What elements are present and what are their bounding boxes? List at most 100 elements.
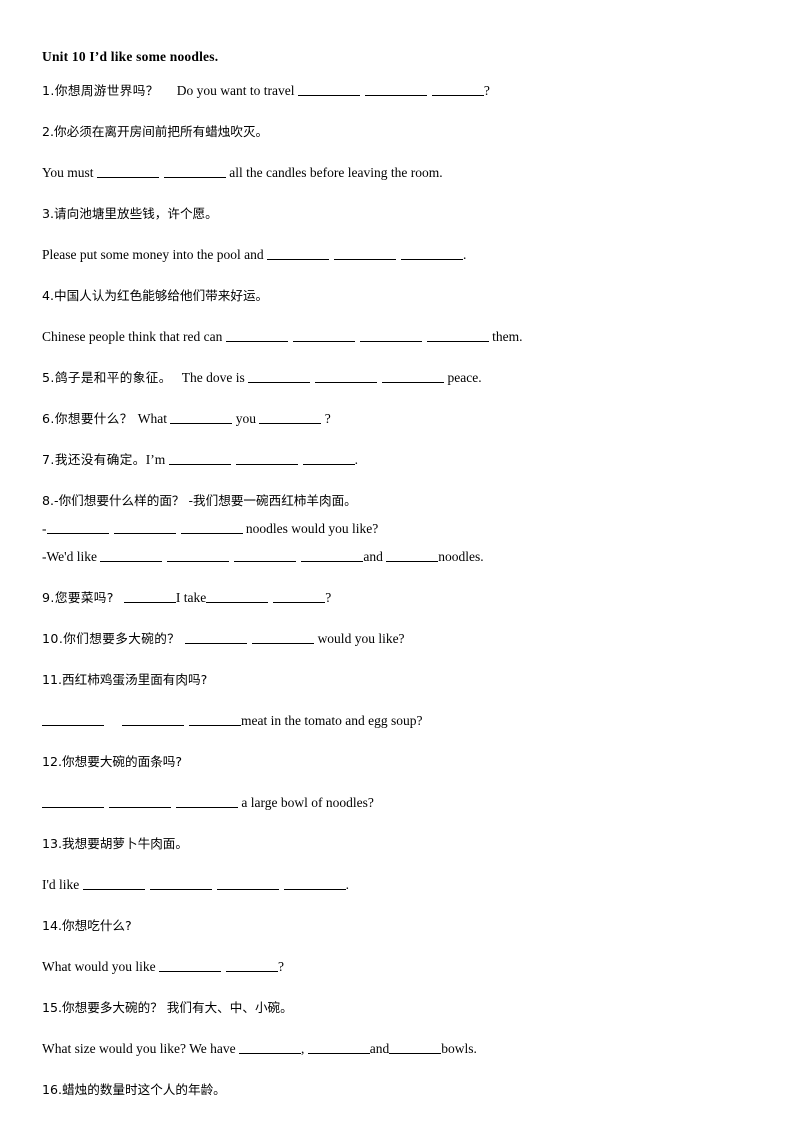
blank[interactable] bbox=[307, 1040, 370, 1054]
blank[interactable] bbox=[248, 369, 311, 383]
item-9-english-after: ? bbox=[325, 590, 332, 605]
blank[interactable] bbox=[259, 410, 322, 424]
blank[interactable] bbox=[400, 246, 463, 260]
blank[interactable] bbox=[297, 82, 360, 96]
blank[interactable] bbox=[359, 328, 422, 342]
item-5-english-after: peace. bbox=[444, 370, 482, 385]
item-6-english-after: ? bbox=[321, 411, 331, 426]
blank[interactable] bbox=[426, 328, 489, 342]
item-12-chinese: 你想要大碗的面条吗? bbox=[62, 754, 183, 769]
exercise-item-4-answer: Chinese people think that red can them. bbox=[42, 328, 602, 345]
item-16-number: 16. bbox=[42, 1082, 63, 1097]
blank[interactable] bbox=[235, 451, 298, 465]
item-2-number: 2. bbox=[42, 124, 55, 139]
blank[interactable] bbox=[234, 548, 297, 562]
item-10-number: 10. bbox=[42, 631, 64, 646]
blank[interactable] bbox=[382, 369, 445, 383]
item-4-answer-after: them. bbox=[488, 329, 523, 344]
item-14-number: 14. bbox=[42, 918, 63, 933]
blank[interactable] bbox=[315, 369, 378, 383]
page-title: Unit 10 I’d like some noodles. bbox=[42, 49, 219, 64]
item-14-answer-before: What would you like bbox=[42, 959, 159, 974]
item-4-answer-before: Chinese people think that red can bbox=[42, 329, 226, 344]
blank[interactable] bbox=[167, 548, 230, 562]
exercise-item-14-prompt: 14.你想吃什么? bbox=[42, 917, 602, 934]
blank[interactable] bbox=[185, 630, 248, 644]
blank[interactable] bbox=[96, 164, 159, 178]
blank[interactable] bbox=[386, 548, 439, 562]
blank[interactable] bbox=[225, 328, 288, 342]
blank[interactable] bbox=[163, 164, 226, 178]
blank[interactable] bbox=[206, 589, 269, 603]
item-15-number: 15. bbox=[42, 1000, 63, 1015]
item-9-number: 9. bbox=[42, 590, 55, 605]
item-3-answer-before: Please put some money into the pool and bbox=[42, 247, 267, 262]
blank[interactable] bbox=[168, 451, 231, 465]
item-1-chinese: 你想周游世界吗？ bbox=[54, 83, 159, 98]
item-2-answer-after: all the candles before leaving the room. bbox=[225, 165, 443, 180]
blank[interactable] bbox=[302, 451, 355, 465]
blank[interactable] bbox=[238, 1040, 301, 1054]
exercise-item-6: 6.你想要什么？ What you ? bbox=[42, 410, 602, 427]
item-9-english-mid: I take bbox=[175, 590, 207, 605]
blank[interactable] bbox=[42, 712, 104, 726]
exercise-item-4-prompt: 4.中国人认为红色能够给他们带来好运。 bbox=[42, 287, 602, 304]
item-15-answer-before: What size would you like? We have bbox=[42, 1041, 239, 1056]
item-3-number: 3. bbox=[42, 206, 55, 221]
blank[interactable] bbox=[82, 876, 145, 890]
blank[interactable] bbox=[301, 548, 364, 562]
item-13-number: 13. bbox=[42, 836, 63, 851]
blank[interactable] bbox=[100, 548, 163, 562]
blank[interactable] bbox=[431, 82, 484, 96]
blank[interactable] bbox=[176, 794, 238, 808]
item-13-answer-before: I'd like bbox=[42, 877, 83, 892]
blank[interactable] bbox=[283, 876, 346, 890]
blank[interactable] bbox=[266, 246, 329, 260]
item-6-number: 6. bbox=[42, 411, 55, 426]
item-5-chinese: 鸽子是和平的象征。 bbox=[54, 370, 172, 385]
blank[interactable] bbox=[333, 246, 396, 260]
exercise-item-9: 9.您要菜吗? I take? bbox=[42, 589, 602, 606]
blank[interactable] bbox=[180, 520, 243, 534]
blank[interactable] bbox=[273, 589, 326, 603]
blank[interactable] bbox=[113, 520, 176, 534]
blank[interactable] bbox=[42, 794, 104, 808]
item-8-answer1-after: noodles would you like? bbox=[242, 521, 379, 536]
item-2-chinese: 你必须在离开房间前把所有蜡烛吹灭。 bbox=[54, 124, 269, 139]
exercise-item-2-prompt: 2.你必须在离开房间前把所有蜡烛吹灭。 bbox=[42, 123, 602, 140]
item-11-chinese: 西红柿鸡蛋汤里面有肉吗? bbox=[62, 672, 208, 687]
exercise-item-14-answer: What would you like ? bbox=[42, 958, 602, 975]
blank[interactable] bbox=[189, 712, 241, 726]
item-8-answer2-after: noodles. bbox=[438, 549, 484, 564]
blank[interactable] bbox=[158, 958, 221, 972]
worksheet-page: Unit 10 I’d like some noodles. 1.你想周游世界吗… bbox=[0, 0, 794, 1123]
blank[interactable] bbox=[225, 958, 278, 972]
worksheet-content: Unit 10 I’d like some noodles. 1.你想周游世界吗… bbox=[42, 48, 602, 1122]
blank[interactable] bbox=[122, 712, 184, 726]
item-7-chinese: 我还没有确定。 bbox=[54, 452, 146, 467]
blank[interactable] bbox=[149, 876, 212, 890]
blank[interactable] bbox=[216, 876, 279, 890]
item-14-answer-after: ? bbox=[277, 959, 284, 974]
item-12-answer-after: a large bowl of noodles? bbox=[238, 795, 374, 810]
blank[interactable] bbox=[292, 328, 355, 342]
exercise-item-15-answer: What size would you like? We have , and b… bbox=[42, 1040, 602, 1057]
item-1-english-before: Do you want to travel bbox=[176, 83, 298, 98]
item-9-chinese: 您要菜吗? bbox=[54, 590, 114, 605]
item-15-chinese: 你想要多大碗的？ 我们有大、中、小碗。 bbox=[62, 1000, 293, 1015]
blank[interactable] bbox=[364, 82, 427, 96]
item-7-number: 7. bbox=[42, 452, 55, 467]
exercise-item-5: 5.鸽子是和平的象征。 The dove is peace. bbox=[42, 369, 602, 386]
exercise-item-8-answer-2: -We'd like and noodles. bbox=[42, 548, 602, 565]
blank[interactable] bbox=[109, 794, 171, 808]
item-2-answer-before: You must bbox=[42, 165, 97, 180]
item-4-chinese: 中国人认为红色能够给他们带来好运。 bbox=[54, 288, 269, 303]
blank[interactable] bbox=[170, 410, 233, 424]
blank[interactable] bbox=[252, 630, 315, 644]
item-16-chinese: 蜡烛的数量时这个人的年龄。 bbox=[62, 1082, 226, 1097]
item-5-english-before: The dove is bbox=[181, 370, 249, 385]
blank[interactable] bbox=[123, 589, 176, 603]
blank[interactable] bbox=[46, 520, 109, 534]
blank[interactable] bbox=[389, 1040, 442, 1054]
exercise-item-1: 1.你想周游世界吗？ Do you want to travel ? bbox=[42, 82, 602, 99]
